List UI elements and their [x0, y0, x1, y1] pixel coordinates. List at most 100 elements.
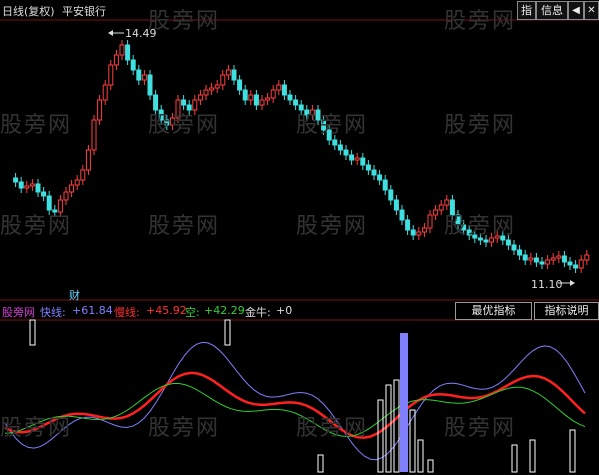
watermark: 股旁网 — [148, 113, 221, 138]
candle-body — [561, 255, 567, 263]
candle-body — [528, 257, 534, 261]
max-arrow-head — [108, 30, 113, 36]
bull-bar — [569, 429, 576, 473]
candle-body — [237, 79, 243, 91]
empty-value: +42.29 — [204, 304, 245, 317]
candle-body — [377, 174, 383, 181]
watermark: 股旁网 — [0, 416, 73, 441]
bull-bar — [385, 384, 392, 473]
watermark: 股旁网 — [444, 214, 517, 239]
bull-bar — [317, 454, 324, 473]
finance-marker[interactable]: 财 — [69, 287, 80, 303]
watermark: 股旁网 — [296, 113, 369, 138]
fast-label: 快线: — [40, 306, 66, 319]
candle-body — [505, 239, 511, 246]
candle-body — [578, 259, 584, 269]
indicator-help-button[interactable]: 指标说明 — [534, 302, 599, 320]
candle-body — [102, 84, 108, 101]
speaker-icon[interactable]: ◀ — [568, 1, 584, 20]
watermark: 股旁网 — [0, 214, 73, 239]
watermark: 股旁网 — [444, 113, 517, 138]
candle-body — [18, 181, 24, 189]
close-icon[interactable]: ✕ — [584, 1, 599, 20]
candle-body — [393, 199, 399, 211]
candle-body — [438, 204, 444, 211]
best-indicator-button[interactable]: 最优指标 — [455, 302, 532, 320]
bull-label: 金牛: — [245, 306, 271, 319]
candle-body — [119, 44, 125, 56]
bull-value: +0 — [276, 304, 293, 317]
candle-body — [433, 209, 439, 216]
candle-body — [573, 264, 579, 269]
candle-body — [360, 157, 366, 166]
candle-body — [337, 144, 343, 151]
candle-body — [97, 99, 103, 121]
candle-body — [382, 179, 388, 191]
candle-body — [29, 183, 35, 187]
candle-body — [533, 257, 539, 263]
candle-body — [248, 94, 254, 101]
min-price-label: 11.10 — [531, 278, 563, 291]
candle-body — [13, 177, 19, 183]
candle-body — [136, 69, 142, 81]
candle-body — [24, 185, 30, 189]
fast-value: +61.84 — [72, 304, 113, 317]
fast-line — [4, 341, 586, 461]
indicator-name[interactable]: 股旁网 — [2, 304, 35, 320]
candle-body — [550, 257, 556, 261]
watermark: 股旁网 — [0, 113, 73, 138]
watermark: 股旁网 — [148, 214, 221, 239]
candle-body — [371, 169, 377, 176]
candle-body — [225, 69, 231, 76]
candle-body — [113, 54, 119, 66]
candle-body — [539, 261, 545, 265]
candle-body — [91, 119, 97, 151]
watermark: 股旁网 — [296, 214, 369, 239]
candle-body — [63, 191, 69, 201]
max-price-label: 14.49 — [125, 27, 157, 40]
bull-bar — [224, 319, 231, 346]
candle-body — [343, 149, 349, 156]
candle-body — [483, 239, 489, 243]
candle-body — [332, 139, 338, 146]
candle-body — [511, 244, 517, 251]
candle-body — [405, 219, 411, 231]
candle-body — [444, 199, 450, 206]
info-button[interactable]: 信息 — [536, 1, 568, 20]
candle-body — [293, 99, 299, 106]
candle-body — [281, 84, 287, 96]
candle-body — [567, 261, 573, 266]
bull-bar — [393, 379, 400, 473]
candle-body — [242, 89, 248, 101]
candle-body — [253, 94, 259, 106]
period-label[interactable]: 日线(复权) — [2, 3, 55, 19]
candle-body — [522, 254, 528, 261]
bull-bar — [409, 409, 416, 473]
bull-bar — [511, 444, 518, 473]
candle-body — [74, 179, 80, 186]
candle-body — [354, 157, 360, 161]
candle-body — [270, 89, 276, 99]
min-arrow-head — [570, 280, 575, 286]
watermark: 股旁网 — [296, 416, 369, 441]
bull-bar — [417, 439, 424, 473]
chart-header: 日线(复权) 平安银行 指 信息 ◀ ✕ — [0, 0, 599, 20]
candle-body — [197, 94, 203, 101]
candle-body — [125, 44, 131, 61]
candle-body — [69, 184, 75, 193]
stock-name: 平安银行 — [62, 5, 106, 18]
candle-body — [276, 84, 282, 91]
candle-body — [203, 89, 209, 96]
empty-label: 空: — [185, 306, 200, 319]
candle-body — [108, 64, 114, 86]
candle-body — [41, 191, 47, 197]
highlight-bar — [400, 333, 408, 472]
candle-body — [365, 164, 371, 171]
candle-body — [421, 227, 427, 233]
candle-body — [287, 94, 293, 101]
bull-bar — [529, 439, 536, 473]
indicator-button[interactable]: 指 — [517, 1, 536, 20]
candle-body — [265, 97, 271, 101]
candle-body — [130, 59, 136, 71]
bull-bar — [427, 459, 434, 473]
